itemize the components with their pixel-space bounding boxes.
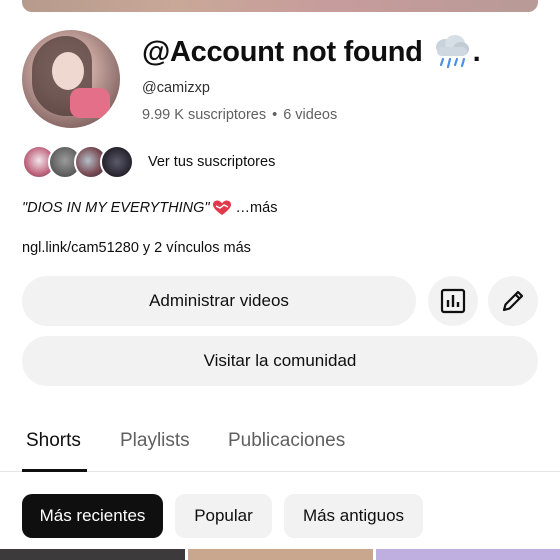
visit-community-button[interactable]: Visitar la comunidad — [22, 336, 538, 386]
tab-shorts[interactable]: Shorts — [26, 430, 81, 452]
avatar-face — [52, 52, 84, 90]
cloud-rain-emoji-icon — [431, 34, 471, 70]
channel-name: @Account not found — [142, 35, 423, 68]
channel-description[interactable]: "DIOS IN MY EVERYTHING" …más — [22, 200, 277, 216]
filter-recent-chip[interactable]: Más recientes — [22, 494, 163, 538]
channel-stats: 9.99 K suscriptores • 6 videos — [142, 107, 337, 123]
channel-avatar[interactable] — [22, 30, 120, 128]
description-text: "DIOS IN MY EVERYTHING" — [22, 200, 210, 216]
edit-channel-button[interactable] — [488, 276, 538, 326]
subscriber-count: 9.99 K suscriptores — [142, 107, 267, 123]
analytics-button[interactable] — [428, 276, 478, 326]
manage-videos-button[interactable]: Administrar videos — [22, 276, 416, 326]
short-thumbnail[interactable] — [376, 549, 560, 560]
subscriber-avatar — [100, 145, 134, 179]
heart-emoji-icon — [212, 200, 232, 216]
channel-banner[interactable] — [22, 0, 538, 12]
channel-title-row: @Account not found . — [142, 34, 481, 70]
pencil-icon — [502, 290, 524, 312]
subscribers-preview[interactable]: Ver tus suscriptores — [22, 145, 275, 179]
view-subscribers-link[interactable]: Ver tus suscriptores — [148, 154, 275, 170]
filter-popular-chip[interactable]: Popular — [175, 494, 272, 538]
tab-publicaciones[interactable]: Publicaciones — [228, 430, 345, 452]
channel-name-suffix: . — [472, 35, 481, 68]
short-thumbnail[interactable] — [0, 549, 185, 560]
active-tab-indicator — [22, 469, 87, 472]
stats-separator: • — [272, 107, 278, 123]
description-more-link[interactable]: …más — [236, 200, 278, 216]
avatar-clothing — [70, 88, 110, 118]
filter-oldest-chip[interactable]: Más antiguos — [284, 494, 423, 538]
channel-links[interactable]: ngl.link/cam51280 y 2 vínculos más — [22, 240, 251, 256]
analytics-icon — [440, 288, 466, 314]
video-count: 6 videos — [283, 107, 338, 123]
tab-playlists[interactable]: Playlists — [120, 430, 190, 452]
short-thumbnail[interactable] — [188, 549, 373, 560]
channel-handle: @camizxp — [142, 80, 210, 96]
channel-tabs: Shorts Playlists Publicaciones — [0, 410, 560, 472]
